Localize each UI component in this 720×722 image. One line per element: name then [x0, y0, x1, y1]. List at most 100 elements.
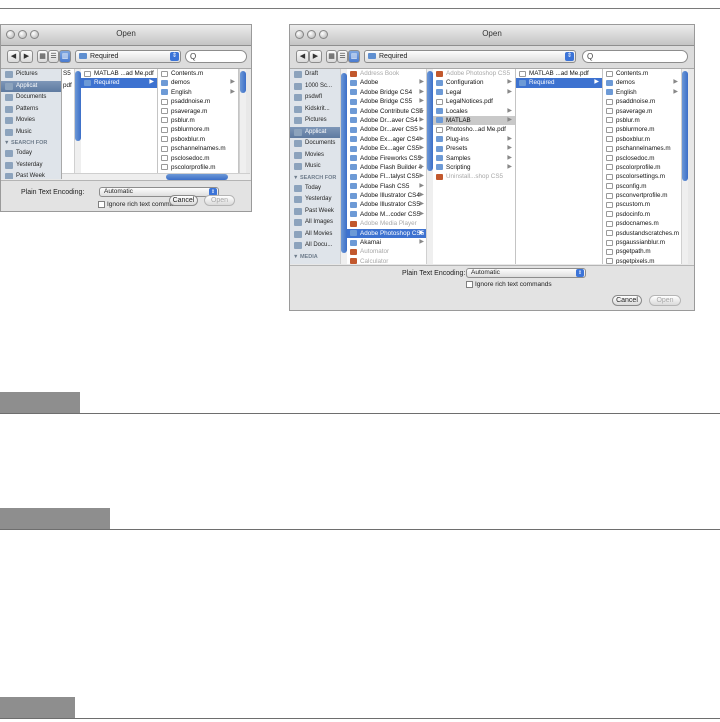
- sidebar-item[interactable]: 1000 Sc...: [290, 81, 340, 93]
- icon-view-button[interactable]: ▦: [37, 50, 48, 63]
- folder-row[interactable]: Adobe Contribute CS5 ▶: [347, 107, 427, 116]
- back-button[interactable]: ◀: [296, 50, 309, 63]
- cancel-button[interactable]: Cancel: [169, 195, 198, 206]
- file-row[interactable]: psaddnoise.m: [158, 97, 238, 106]
- file-row[interactable]: pscolorprofile.m: [158, 163, 238, 172]
- ignore-rich-text-checkbox[interactable]: [98, 201, 105, 208]
- file-row[interactable]: psdocnames.m: [603, 219, 681, 228]
- folder-row[interactable]: Adobe Fireworks CS5 ▶: [347, 154, 427, 163]
- folder-row[interactable]: Adobe Illustrator CS4 ▶: [347, 191, 427, 200]
- folder-row[interactable]: demos ▶: [158, 78, 238, 87]
- file-row[interactable]: psconfig.m: [603, 182, 681, 191]
- sidebar-item[interactable]: Today: [1, 148, 61, 160]
- file-row[interactable]: psblurmore.m: [158, 125, 238, 134]
- file-row[interactable]: psgetpixels.m: [603, 257, 681, 264]
- sidebar-item[interactable]: psdwfl: [290, 92, 340, 104]
- sidebar-scrollbar[interactable]: [340, 69, 347, 264]
- search-input[interactable]: Q: [582, 50, 688, 63]
- truncated-row[interactable]: [62, 92, 74, 104]
- file-row[interactable]: psboxblur.m: [158, 135, 238, 144]
- sidebar-item[interactable]: Music: [1, 127, 61, 139]
- file-row[interactable]: pschannelnames.m: [603, 144, 681, 153]
- file-row[interactable]: psdustandscratches.m: [603, 229, 681, 238]
- folder-row[interactable]: Adobe ▶: [347, 78, 427, 87]
- icon-view-button[interactable]: ▦: [326, 50, 337, 63]
- sidebar-item[interactable]: Applicat: [290, 126, 340, 138]
- sidebar-item[interactable]: Draft: [290, 69, 340, 81]
- sidebar-item[interactable]: Movies: [1, 115, 61, 127]
- file-row[interactable]: psgaussianblur.m: [603, 238, 681, 247]
- column-scrollbar[interactable]: [426, 69, 433, 264]
- sidebar-item[interactable]: Kidskrit...: [290, 104, 340, 116]
- location-popup[interactable]: Required ⇕: [75, 50, 181, 63]
- folder-row[interactable]: Adobe Photoshop CS5 ▶: [347, 228, 427, 239]
- folder-row[interactable]: Presets ▶: [433, 144, 515, 153]
- file-row[interactable]: psblur.m: [603, 116, 681, 125]
- folder-row[interactable]: Required ▶: [81, 78, 157, 88]
- sidebar-item[interactable]: Applicat: [1, 80, 61, 92]
- truncated-row[interactable]: pdf: [62, 81, 74, 93]
- folder-row[interactable]: Akamai ▶: [347, 238, 427, 247]
- app-row[interactable]: Automator: [347, 247, 427, 256]
- folder-row[interactable]: Configuration ▶: [433, 78, 515, 87]
- folder-row[interactable]: English ▶: [158, 88, 238, 97]
- column-scrollbar[interactable]: [239, 69, 246, 173]
- search-input[interactable]: Q: [185, 50, 247, 63]
- horizontal-scrollbar[interactable]: [62, 173, 250, 180]
- file-row[interactable]: pscolorprofile.m: [603, 163, 681, 172]
- folder-row[interactable]: Adobe M...coder CS5 ▶: [347, 210, 427, 219]
- folder-row[interactable]: Adobe Fl...talyst CS5 ▶: [347, 172, 427, 181]
- folder-row[interactable]: Adobe Illustrator CS5 ▶: [347, 200, 427, 209]
- folder-row[interactable]: demos ▶: [603, 78, 681, 87]
- sidebar-item[interactable]: All Docu...: [290, 240, 340, 252]
- folder-row[interactable]: Samples ▶: [433, 154, 515, 163]
- app-row[interactable]: Adobe Media Player: [347, 219, 427, 228]
- sidebar-item[interactable]: Pictures: [1, 69, 61, 81]
- file-row[interactable]: psgetpath.m: [603, 247, 681, 256]
- open-button[interactable]: Open: [649, 295, 681, 306]
- open-button[interactable]: Open: [204, 195, 235, 206]
- file-row[interactable]: psclosedoc.m: [158, 154, 238, 163]
- folder-row[interactable]: Legal ▶: [433, 88, 515, 97]
- app-row[interactable]: Address Book: [347, 69, 427, 78]
- folder-row[interactable]: English ▶: [603, 88, 681, 97]
- folder-row[interactable]: Adobe Ex...ager CS5 ▶: [347, 144, 427, 153]
- sidebar-item[interactable]: Pictures: [290, 115, 340, 127]
- file-row[interactable]: psaverage.m: [603, 107, 681, 116]
- truncated-row[interactable]: [62, 115, 74, 127]
- cancel-button[interactable]: Cancel: [612, 295, 642, 306]
- sidebar-item[interactable]: Music: [290, 262, 340, 264]
- folder-row[interactable]: Plug-ins ▶: [433, 135, 515, 144]
- file-row[interactable]: Contents.m: [158, 69, 238, 78]
- forward-button[interactable]: ▶: [309, 50, 322, 63]
- file-row[interactable]: psconvertprofile.m: [603, 191, 681, 200]
- location-popup[interactable]: Required ⇕: [364, 50, 576, 63]
- folder-row[interactable]: Adobe Bridge CS4 ▶: [347, 88, 427, 97]
- sidebar-item[interactable]: Yesterday: [1, 160, 61, 172]
- app-row[interactable]: Adobe Photoshop CS5: [433, 69, 515, 78]
- file-row[interactable]: pschannelnames.m: [158, 144, 238, 153]
- back-button[interactable]: ◀: [7, 50, 20, 63]
- sidebar-item[interactable]: Patterns: [1, 104, 61, 116]
- column-view-button[interactable]: ▥: [59, 50, 71, 63]
- file-row[interactable]: pscolorsettings.m: [603, 172, 681, 181]
- file-row[interactable]: MATLAB ...ad Me.pdf: [81, 69, 157, 78]
- column-scrollbar[interactable]: [681, 69, 688, 264]
- file-row[interactable]: MATLAB ...ad Me.pdf: [516, 69, 602, 78]
- folder-row[interactable]: Adobe Ex...ager CS4 ▶: [347, 135, 427, 144]
- sidebar-item[interactable]: Music: [290, 161, 340, 173]
- truncated-row[interactable]: [62, 104, 74, 116]
- folder-row[interactable]: Adobe Bridge CS5 ▶: [347, 97, 427, 106]
- file-row[interactable]: LegalNotices.pdf: [433, 97, 515, 106]
- folder-row[interactable]: Adobe Dr...aver CS5 ▶: [347, 125, 427, 134]
- sidebar-item[interactable]: Documents: [1, 92, 61, 104]
- folder-row[interactable]: Adobe Flash CS5 ▶: [347, 182, 427, 191]
- file-row[interactable]: psblurmore.m: [603, 125, 681, 134]
- encoding-select[interactable]: Automatic ⇕: [466, 268, 586, 278]
- file-row[interactable]: Photosho...ad Me.pdf: [433, 125, 515, 134]
- file-row[interactable]: Contents.m: [603, 69, 681, 78]
- truncated-row[interactable]: S5: [62, 69, 74, 81]
- column-scrollbar[interactable]: [74, 69, 81, 173]
- column-view-button[interactable]: ▥: [348, 50, 360, 63]
- file-row[interactable]: psboxblur.m: [603, 135, 681, 144]
